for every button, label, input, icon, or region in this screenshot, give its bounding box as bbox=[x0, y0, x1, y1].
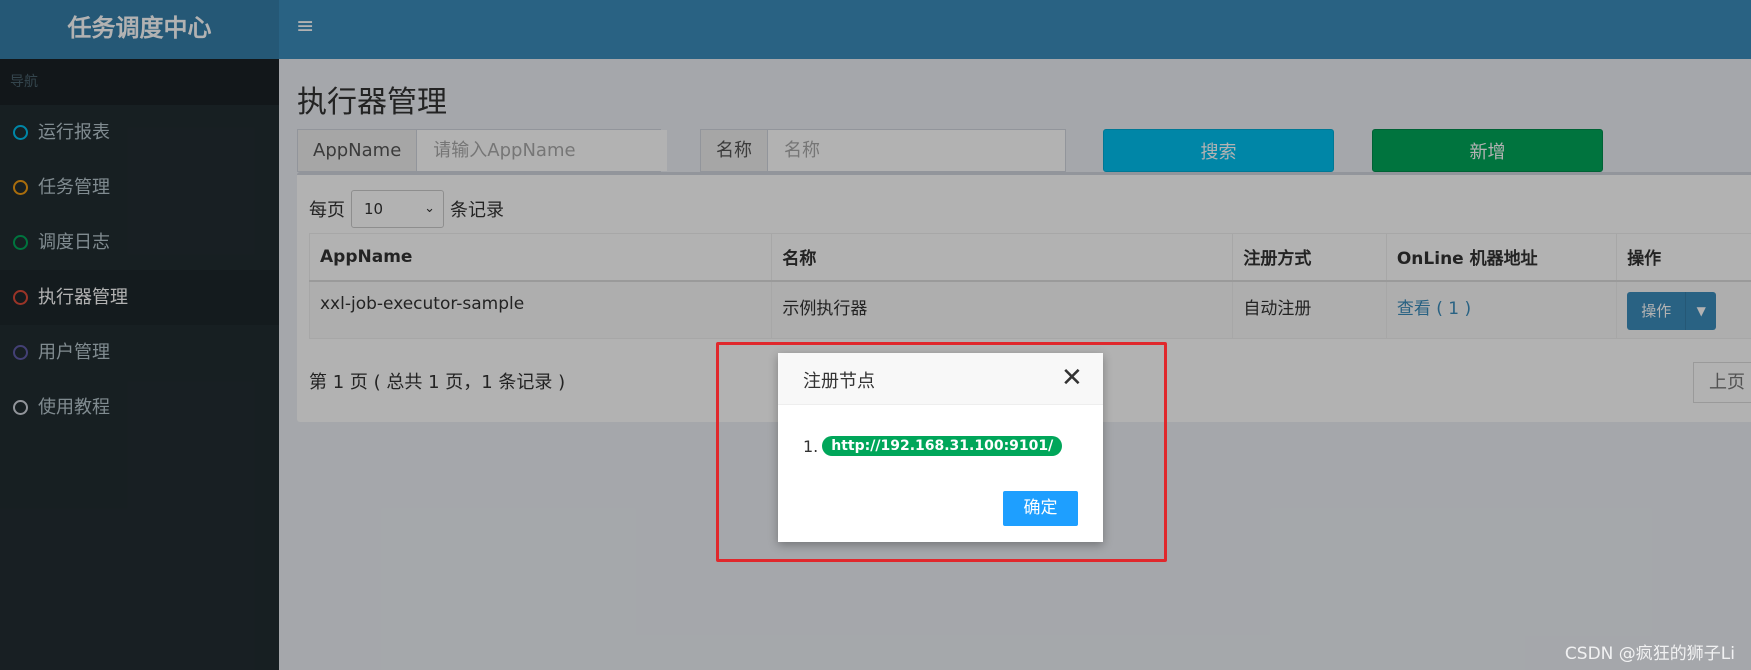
modal-backdrop[interactable] bbox=[0, 0, 1751, 670]
annotation-highlight-box bbox=[716, 342, 1167, 562]
watermark: CSDN @疯狂的狮子Li bbox=[1564, 644, 1735, 664]
